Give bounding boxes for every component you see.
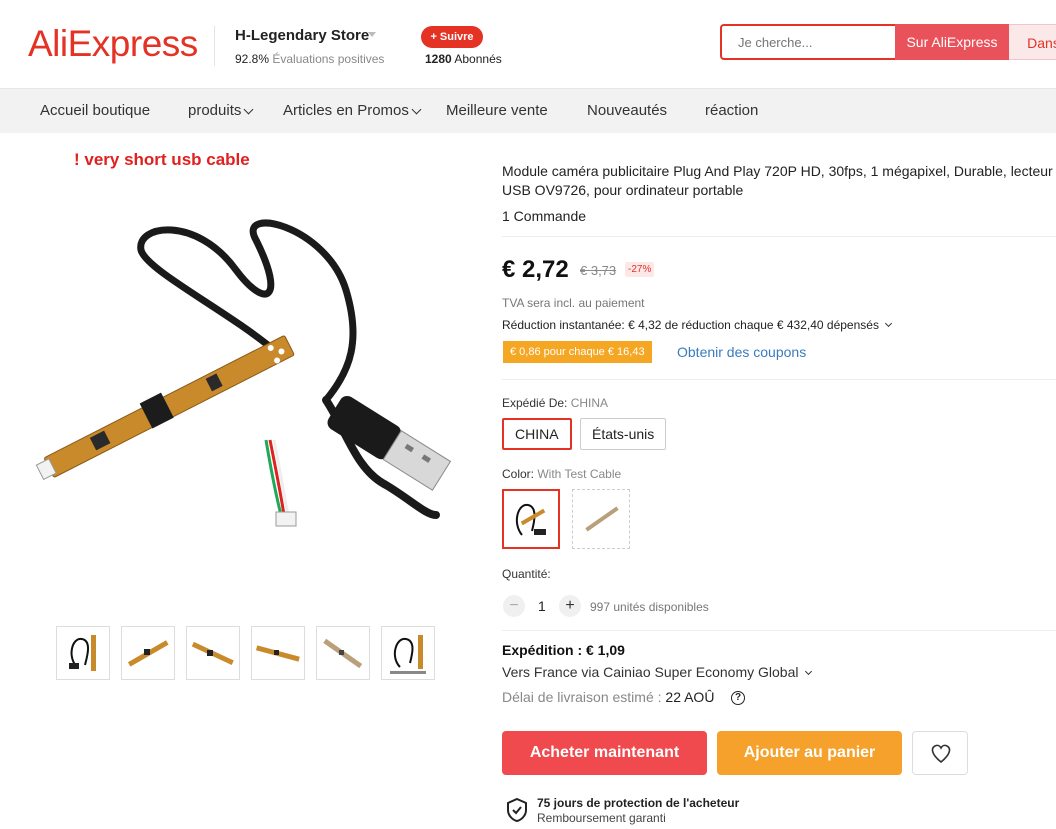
color-label: Color: With Test Cable <box>502 467 621 481</box>
stock-available: 997 unités disponibles <box>590 600 709 614</box>
heart-icon <box>931 744 951 764</box>
thumbnail-2[interactable] <box>121 626 175 680</box>
chevron-down-icon <box>411 104 422 115</box>
rating-label: Évaluations positives <box>272 52 385 66</box>
buyer-protection-subtitle: Remboursement garanti <box>537 811 666 825</box>
nav-item-products[interactable]: produits <box>188 102 254 119</box>
chevron-down-icon <box>805 667 813 676</box>
nav-item-label: Articles en Promos <box>283 102 409 119</box>
followers-count: 1280 <box>425 52 452 66</box>
delivery-label: Délai de livraison estimé : <box>502 689 662 705</box>
get-coupons-link[interactable]: Obtenir des coupons <box>677 344 806 360</box>
aliexpress-logo[interactable]: AliExpress <box>28 24 198 64</box>
nav-item-reviews[interactable]: réaction <box>705 102 758 119</box>
shield-check-icon <box>507 797 527 823</box>
thumbnail-5[interactable] <box>316 626 370 680</box>
rating-value: 92.8% <box>235 52 270 66</box>
quantity-increase-button[interactable]: + <box>559 595 581 617</box>
reduction-text: Réduction instantanée: € 4,32 de réducti… <box>502 318 879 332</box>
color-option-module-only[interactable] <box>572 489 630 549</box>
delivery-estimate: Délai de livraison estimé : 22 AOÛ <box>502 689 714 705</box>
chevron-down-icon <box>885 319 893 328</box>
delivery-date: 22 AOÛ <box>665 689 715 705</box>
divider <box>502 379 1056 380</box>
header: AliExpress H-Legendary Store 92.8% Évalu… <box>0 0 1056 88</box>
chevron-down-icon[interactable] <box>368 32 376 37</box>
color-value: With Test Cable <box>537 467 622 481</box>
nav-item-bestsellers[interactable]: Meilleure vente <box>446 102 548 119</box>
warning-text: ! very short usb cable <box>74 150 250 169</box>
header-divider <box>214 26 215 66</box>
followers-label: Abonnés <box>454 52 502 66</box>
help-icon[interactable]: ? <box>731 691 745 705</box>
product-main-image[interactable] <box>26 210 466 550</box>
thumbnail-6[interactable] <box>381 626 435 680</box>
nav-item-promos[interactable]: Articles en Promos <box>283 102 422 119</box>
store-rating: 92.8% Évaluations positives <box>235 52 384 66</box>
divider <box>502 236 1056 237</box>
discount-badge: -27% <box>625 262 655 277</box>
buy-now-button[interactable]: Acheter maintenant <box>502 731 707 775</box>
nav-item-label: Meilleure vente <box>446 102 548 119</box>
shipped-from-title: Expédié De: <box>502 396 568 410</box>
color-title: Color: <box>502 467 535 481</box>
chevron-down-icon <box>243 104 254 115</box>
shipping-cost: Expédition : € 1,09 <box>502 642 625 658</box>
instant-reduction[interactable]: Réduction instantanée: € 4,32 de réducti… <box>502 318 893 332</box>
wishlist-button[interactable] <box>912 731 968 775</box>
original-price: € 3,73 <box>580 263 617 278</box>
orders-count: 1 Commande <box>502 208 587 224</box>
store-nav: Accueil boutique produits Articles en Pr… <box>0 88 1056 133</box>
shipping-route-text: Vers France via Cainiao Super Economy Gl… <box>502 664 799 680</box>
nav-item-label: réaction <box>705 102 759 119</box>
add-to-cart-button[interactable]: Ajouter au panier <box>717 731 902 775</box>
nav-item-new[interactable]: Nouveautés <box>587 102 667 119</box>
thumbnail-3[interactable] <box>186 626 240 680</box>
divider <box>502 630 1056 631</box>
search-aliexpress-button[interactable]: Sur AliExpress <box>895 24 1009 60</box>
nav-item-label: Accueil boutique <box>40 102 151 119</box>
shipped-from-value: CHINA <box>570 396 609 410</box>
coupon-tag: € 0,86 pour chaque € 16,43 <box>503 341 652 363</box>
nav-item-home[interactable]: Accueil boutique <box>40 102 150 119</box>
nav-item-label: produits <box>188 102 242 119</box>
thumbnail-4[interactable] <box>251 626 305 680</box>
quantity-decrease-button[interactable]: − <box>503 595 525 617</box>
shipping-route[interactable]: Vers France via Cainiao Super Economy Gl… <box>502 664 813 680</box>
product-title: Module caméra publicitaire Plug And Play… <box>502 163 1053 198</box>
search-input[interactable] <box>720 24 895 60</box>
shipped-from-label: Expédié De: CHINA <box>502 396 608 410</box>
thumbnail-1[interactable] <box>56 626 110 680</box>
search-store-button[interactable]: Dans <box>1009 24 1056 60</box>
current-price: € 2,72 <box>502 256 569 283</box>
buyer-protection-title: 75 jours de protection de l'acheteur <box>537 796 740 810</box>
ship-option-china[interactable]: CHINA <box>502 418 572 450</box>
color-option-with-cable[interactable] <box>502 489 560 549</box>
ship-option-usa[interactable]: États-unis <box>580 418 667 450</box>
quantity-label: Quantité: <box>502 567 551 581</box>
vat-note: TVA sera incl. au paiement <box>502 296 645 310</box>
nav-item-label: Nouveautés <box>587 102 668 119</box>
store-name[interactable]: H-Legendary Store <box>235 27 369 44</box>
followers: 1280 Abonnés <box>425 52 502 66</box>
quantity-value[interactable]: 1 <box>538 598 546 614</box>
follow-button[interactable]: + Suivre <box>421 26 483 48</box>
